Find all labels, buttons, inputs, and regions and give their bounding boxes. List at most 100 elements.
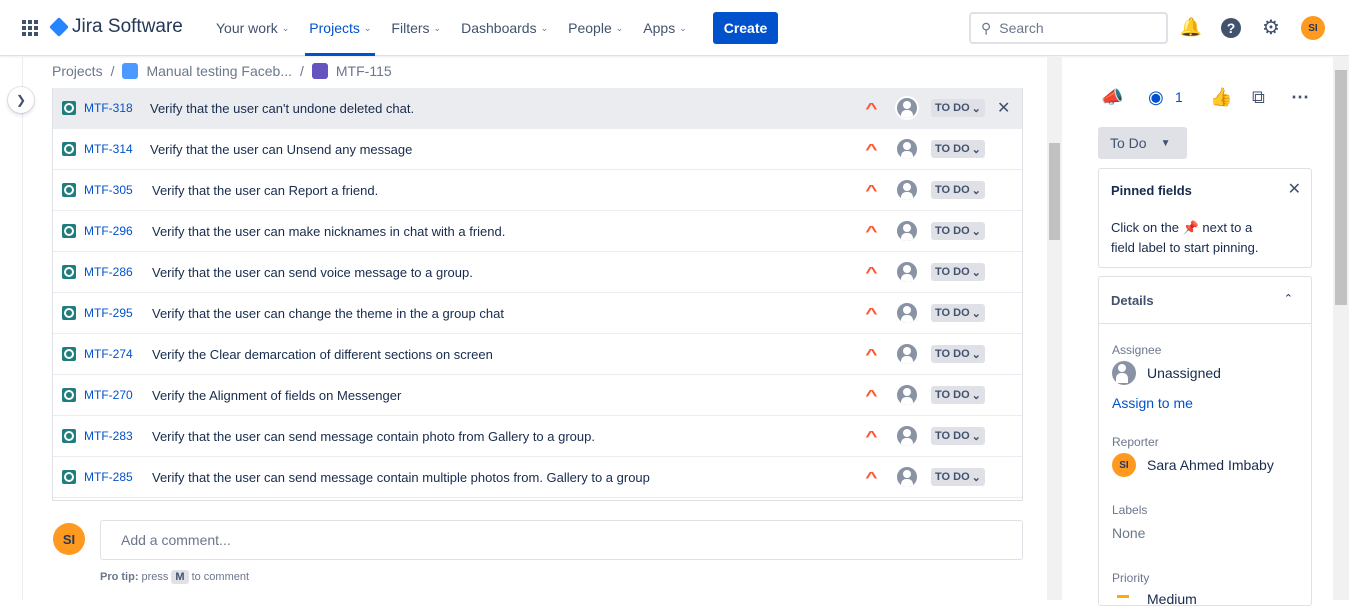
- unassigned-avatar-icon[interactable]: [895, 465, 919, 489]
- brand-name: Jira Software: [72, 16, 183, 37]
- unassigned-avatar-icon[interactable]: [895, 424, 919, 448]
- status-dropdown[interactable]: TO DO ⌄: [931, 304, 985, 322]
- nav-apps[interactable]: Apps ⌄: [633, 0, 696, 56]
- share-icon[interactable]: ⧉: [1252, 87, 1265, 108]
- nav-filters[interactable]: Filters ⌄: [381, 0, 451, 56]
- issue-key-link[interactable]: MTF-270: [84, 388, 133, 402]
- status-dropdown[interactable]: TO DO ⌄: [931, 427, 985, 445]
- issue-summary[interactable]: Verify that the user can send message co…: [152, 470, 650, 485]
- table-row[interactable]: MTF-285 Verify that the user can send me…: [53, 457, 1022, 498]
- unassigned-avatar-icon[interactable]: [895, 301, 919, 325]
- main-scrollbar[interactable]: [1047, 57, 1062, 600]
- feedback-megaphone-icon[interactable]: 📣: [1101, 87, 1123, 108]
- nav-projects[interactable]: Projects ⌄: [299, 0, 381, 56]
- nav-label: Filters: [391, 20, 430, 36]
- details-header[interactable]: Details ⌃: [1099, 277, 1311, 324]
- assignee-value[interactable]: Unassigned: [1147, 365, 1221, 381]
- test-issue-type-icon: [62, 388, 76, 402]
- tip-bold: Pro tip:: [100, 571, 139, 583]
- status-dropdown[interactable]: TO DO ⌄: [931, 181, 985, 199]
- chevron-down-icon: ⌄: [971, 266, 981, 279]
- help-icon[interactable]: ?: [1221, 18, 1241, 38]
- close-icon[interactable]: ✕: [1288, 179, 1301, 199]
- nav-your-work[interactable]: Your work ⌄: [206, 0, 299, 56]
- panel-scrollbar-thumb[interactable]: [1335, 70, 1347, 305]
- issue-summary[interactable]: Verify that the user can send message co…: [152, 429, 595, 444]
- status-dropdown[interactable]: TO DO ⌄: [931, 263, 985, 281]
- issue-summary[interactable]: Verify that the user can change the them…: [152, 306, 504, 321]
- issue-key-link[interactable]: MTF-295: [84, 306, 133, 320]
- unassigned-avatar-icon[interactable]: [895, 178, 919, 202]
- unassigned-avatar-icon[interactable]: [895, 219, 919, 243]
- user-avatar[interactable]: SI: [1301, 16, 1325, 40]
- unassigned-avatar-icon[interactable]: [895, 137, 919, 161]
- unassigned-avatar-icon[interactable]: [895, 383, 919, 407]
- more-actions-icon[interactable]: ⋯: [1291, 87, 1309, 108]
- reporter-value[interactable]: Sara Ahmed Imbaby: [1147, 457, 1274, 473]
- unassigned-avatar-icon[interactable]: [895, 260, 919, 284]
- chevron-up-icon[interactable]: ⌃: [1284, 292, 1293, 305]
- issue-summary[interactable]: Verify that the user can't undone delete…: [150, 101, 414, 116]
- table-row[interactable]: MTF-314 Verify that the user can Unsend …: [53, 129, 1022, 170]
- expand-sidebar-button[interactable]: ❯: [8, 87, 34, 113]
- status-dropdown[interactable]: TO DO ⌄: [931, 99, 985, 117]
- main-scrollbar-thumb[interactable]: [1049, 143, 1060, 240]
- status-dropdown[interactable]: TO DO ⌄: [931, 140, 985, 158]
- issue-summary[interactable]: Verify the Alignment of fields on Messen…: [152, 388, 401, 403]
- watch-eye-icon[interactable]: ◉: [1148, 87, 1164, 108]
- table-row[interactable]: MTF-270 Verify the Alignment of fields o…: [53, 375, 1022, 416]
- unassigned-avatar-icon[interactable]: [895, 96, 919, 120]
- breadcrumb-projects[interactable]: Projects: [52, 63, 103, 79]
- nav-people[interactable]: People ⌄: [558, 0, 633, 56]
- create-button[interactable]: Create: [713, 12, 778, 44]
- issue-summary[interactable]: Verify that the user can Report a friend…: [152, 183, 378, 198]
- status-dropdown[interactable]: TO DO ⌄: [931, 345, 985, 363]
- priority-value[interactable]: Medium: [1147, 591, 1197, 607]
- issue-summary[interactable]: Verify the Clear demarcation of differen…: [152, 347, 493, 362]
- close-icon[interactable]: ✕: [997, 98, 1010, 118]
- table-row[interactable]: MTF-286 Verify that the user can send vo…: [53, 252, 1022, 293]
- like-thumbs-up-icon[interactable]: 👍: [1210, 87, 1232, 108]
- settings-gear-icon[interactable]: ⚙: [1260, 16, 1282, 39]
- issue-key-link[interactable]: MTF-285: [84, 470, 133, 484]
- table-row[interactable]: MTF-305 Verify that the user can Report …: [53, 170, 1022, 211]
- unassigned-avatar-icon[interactable]: [895, 342, 919, 366]
- issue-summary[interactable]: Verify that the user can Unsend any mess…: [150, 142, 412, 157]
- breadcrumb-issue[interactable]: MTF-115: [336, 63, 392, 79]
- issue-summary[interactable]: Verify that the user can make nicknames …: [152, 224, 505, 239]
- issue-key-link[interactable]: MTF-286: [84, 265, 133, 279]
- status-dropdown[interactable]: TO DO ⌄: [931, 386, 985, 404]
- breadcrumb-project[interactable]: Manual testing Faceb...: [146, 63, 292, 79]
- nav-label: People: [568, 20, 612, 36]
- notifications-icon[interactable]: 🔔: [1180, 16, 1202, 38]
- issue-key-link[interactable]: MTF-305: [84, 183, 133, 197]
- comment-input[interactable]: Add a comment...: [100, 520, 1023, 560]
- status-dropdown[interactable]: To Do ▼: [1098, 127, 1187, 159]
- reporter-avatar: SI: [1112, 453, 1136, 477]
- table-row[interactable]: MTF-295 Verify that the user can change …: [53, 293, 1022, 334]
- table-row[interactable]: MTF-283 Verify that the user can send me…: [53, 416, 1022, 457]
- app-switcher-icon[interactable]: [22, 20, 38, 36]
- issue-key-link[interactable]: MTF-296: [84, 224, 133, 238]
- nav-dashboards[interactable]: Dashboards ⌄: [451, 0, 558, 56]
- panel-scrollbar[interactable]: [1333, 57, 1349, 600]
- status-dropdown[interactable]: TO DO ⌄: [931, 222, 985, 240]
- status-label: TO DO: [935, 225, 970, 237]
- jira-diamond-icon: [49, 17, 69, 37]
- table-row[interactable]: MTF-318 Verify that the user can't undon…: [53, 88, 1022, 129]
- watcher-count[interactable]: 1: [1175, 89, 1183, 105]
- issue-key-link[interactable]: MTF-318: [84, 101, 133, 115]
- table-row[interactable]: MTF-274 Verify the Clear demarcation of …: [53, 334, 1022, 375]
- labels-value[interactable]: None: [1112, 525, 1145, 541]
- details-title: Details: [1111, 293, 1154, 308]
- assign-to-me-link[interactable]: Assign to me: [1112, 395, 1193, 411]
- table-row[interactable]: MTF-296 Verify that the user can make ni…: [53, 211, 1022, 252]
- issue-summary[interactable]: Verify that the user can send voice mess…: [152, 265, 473, 280]
- issue-key-link[interactable]: MTF-283: [84, 429, 133, 443]
- issue-key-link[interactable]: MTF-274: [84, 347, 133, 361]
- test-issue-type-icon: [62, 347, 76, 361]
- search-input[interactable]: ⚲ Search: [969, 12, 1168, 44]
- status-dropdown[interactable]: TO DO ⌄: [931, 468, 985, 486]
- jira-logo[interactable]: Jira Software: [49, 16, 183, 38]
- issue-key-link[interactable]: MTF-314: [84, 142, 133, 156]
